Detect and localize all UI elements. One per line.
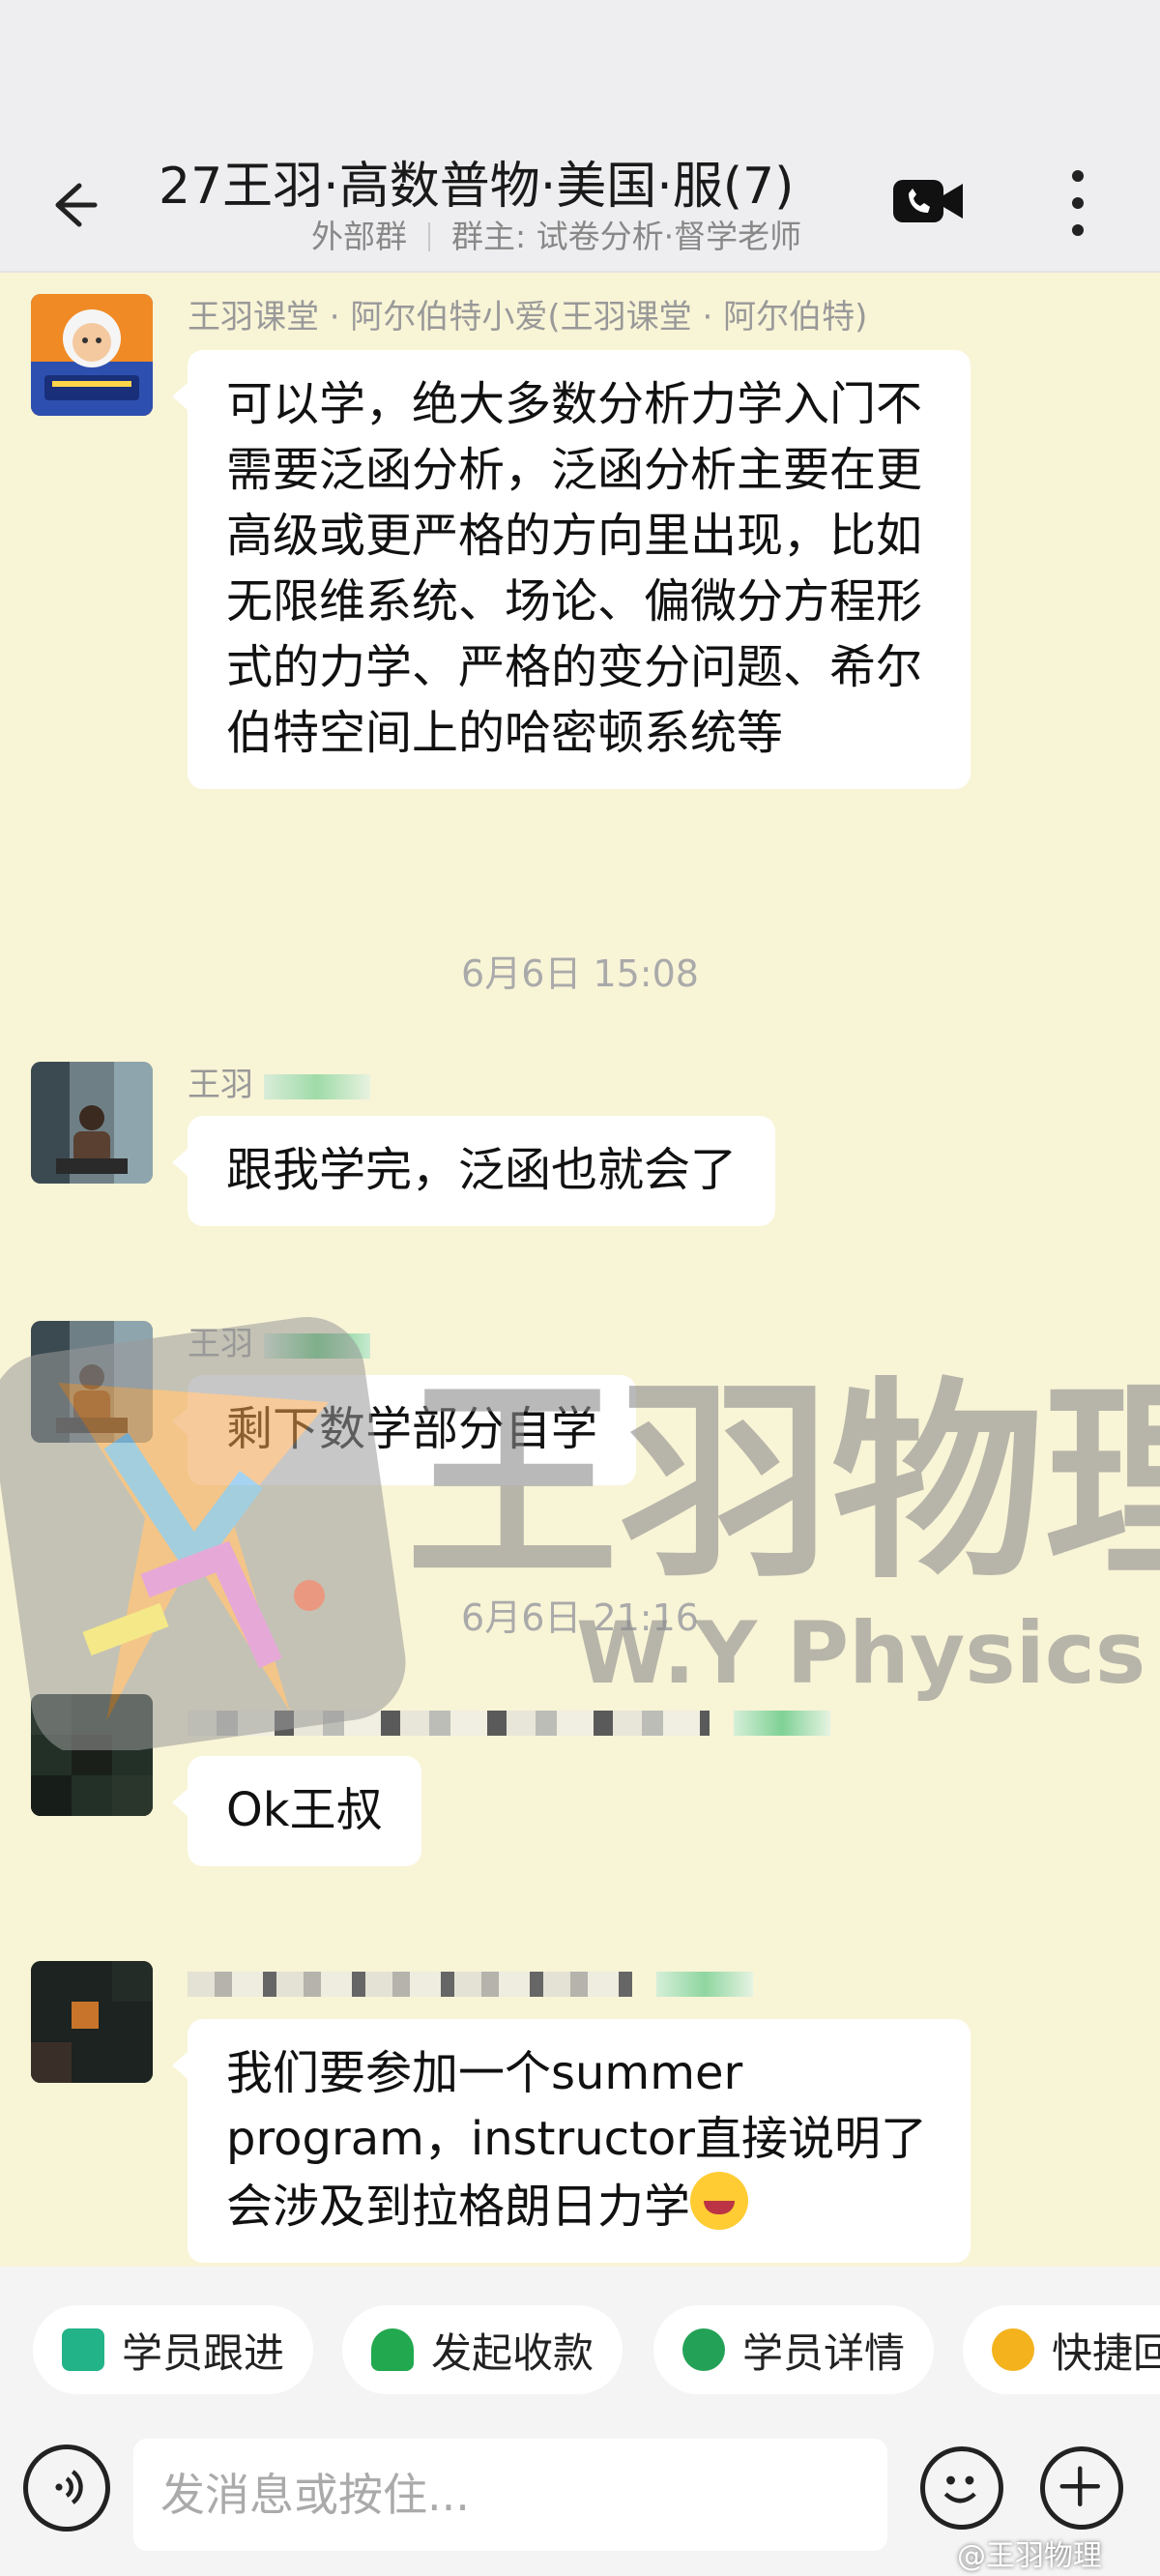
weibo-credit: @王羽物理 [957, 2539, 1102, 2573]
video-call-icon[interactable] [891, 170, 965, 232]
chip-label: 学员详情 [742, 2328, 906, 2377]
redacted-tag [733, 1710, 830, 1736]
sender-name: 王羽课堂 · 阿尔伯特小爱(王羽课堂 · 阿尔伯特) [188, 298, 868, 337]
chip-label: 发起收款 [431, 2328, 594, 2377]
redacted-name [188, 1710, 710, 1736]
followup-icon [62, 2328, 104, 2371]
chip-label: 学员跟进 [122, 2328, 285, 2377]
group-type-label: 外部群 [311, 218, 407, 255]
timestamp: 6月6日 15:08 [461, 952, 699, 995]
redacted-tag [655, 1971, 753, 1997]
redacted-tag [263, 1073, 370, 1099]
message-bubble[interactable]: Ok王叔 [172, 1756, 421, 1866]
group-owner-label: 群主: 试卷分析·督学老师 [451, 218, 802, 255]
laughing-emoji-icon [690, 2172, 749, 2230]
divider [428, 222, 430, 251]
status-bar [0, 0, 1160, 135]
chat-area[interactable]: 王羽课堂 · 阿尔伯特小爱(王羽课堂 · 阿尔伯特) 可以学，绝大多数分析力学入… [0, 273, 1160, 2267]
message-bubble[interactable]: 可以学，绝大多数分析力学入门不需要泛函分析，泛函分析主要在更高级或更严格的方向里… [172, 350, 971, 789]
plus-icon[interactable] [1040, 2446, 1123, 2530]
sender-name-redacted [188, 1702, 844, 1741]
sender-name: 王羽 [188, 1317, 384, 1364]
quick-action-student-details[interactable]: 学员详情 [653, 2305, 935, 2394]
quick-action-student-followup[interactable]: 学员跟进 [33, 2305, 314, 2394]
avatar-wangyu[interactable] [31, 1321, 153, 1443]
payment-shield-icon [371, 2328, 414, 2371]
back-arrow-icon[interactable] [39, 174, 101, 236]
message-bubble[interactable]: 跟我学完，泛函也就会了 [171, 1116, 776, 1226]
redacted-name [188, 1971, 632, 1997]
quick-action-quick-reply[interactable]: 快捷回 [963, 2305, 1160, 2394]
message-input[interactable]: 发消息或按住... [133, 2439, 887, 2551]
quick-action-bar: 学员跟进 发起收款 学员详情 快捷回 [0, 2267, 1160, 2410]
student-profile-icon [682, 2328, 725, 2371]
user-photo-icon [31, 1321, 153, 1443]
albert-avatar-icon [31, 294, 153, 416]
emoji-icon[interactable] [920, 2446, 1003, 2530]
avatar-wangyu[interactable] [31, 1062, 153, 1184]
quick-action-collect-payment[interactable]: 发起收款 [342, 2305, 624, 2394]
pixelated-avatar-icon [31, 1694, 153, 1816]
group-subtitle: 外部群 群主: 试卷分析·督学老师 [311, 211, 801, 257]
avatar-student[interactable] [31, 1961, 153, 2083]
timestamp: 6月6日 21:16 [461, 1596, 699, 1639]
avatar-student[interactable] [31, 1694, 153, 1816]
chat-header: 27王羽·高数普物·美国·服(7) 外部群 群主: 试卷分析·督学老师 [0, 135, 1160, 273]
pixelated-avatar-icon [31, 1961, 153, 2083]
quick-reply-icon [992, 2328, 1034, 2371]
message-bubble[interactable]: 我们要参加一个summer program，instructor直接说明了会涉及… [172, 2019, 971, 2263]
sender-name: 王羽 [188, 1058, 384, 1105]
more-options-icon[interactable] [1054, 162, 1102, 244]
sender-name-redacted [188, 1963, 767, 2002]
voice-input-icon[interactable] [23, 2444, 110, 2532]
user-photo-icon [31, 1062, 153, 1184]
redacted-tag [263, 1332, 370, 1359]
message-bubble[interactable]: 剩下数学部分自学 [171, 1375, 637, 1485]
group-title[interactable]: 27王羽·高数普物·美国·服(7) [159, 145, 864, 218]
chip-label: 快捷回 [1052, 2328, 1160, 2377]
avatar-bot[interactable] [31, 294, 153, 416]
